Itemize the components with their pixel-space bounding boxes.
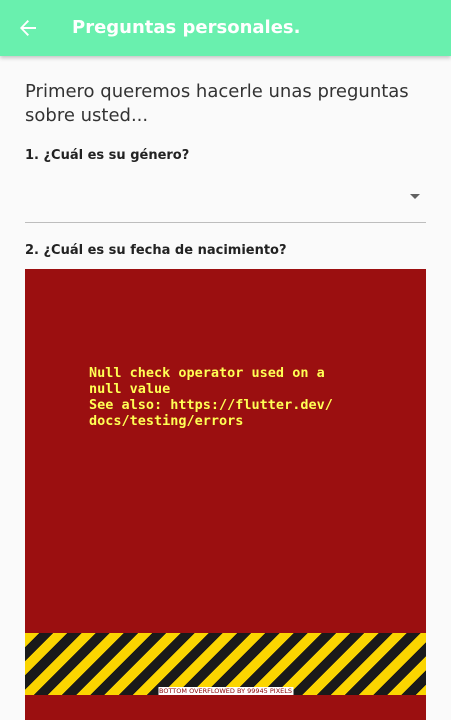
chevron-down-icon <box>410 194 420 199</box>
overflow-label: BOTTOM OVERFLOWED BY 99945 PIXELS <box>157 687 294 695</box>
error-message: Null check operator used on a null value… <box>89 365 333 429</box>
page-title: Preguntas personales. <box>72 17 301 38</box>
app-bar: Preguntas personales. <box>0 0 451 56</box>
error-widget: Null check operator used on a null value… <box>25 269 426 720</box>
arrow-left-icon <box>20 20 36 36</box>
gender-dropdown[interactable] <box>25 174 426 223</box>
back-button[interactable] <box>12 12 44 44</box>
gender-question-label: 1. ¿Cuál es su género? <box>25 148 190 163</box>
overflow-warning-stripes: BOTTOM OVERFLOWED BY 99945 PIXELS <box>25 633 426 695</box>
birthdate-question-label: 2. ¿Cuál es su fecha de nacimiento? <box>25 243 287 258</box>
intro-text: Primero queremos hacerle unas preguntas … <box>25 81 409 126</box>
